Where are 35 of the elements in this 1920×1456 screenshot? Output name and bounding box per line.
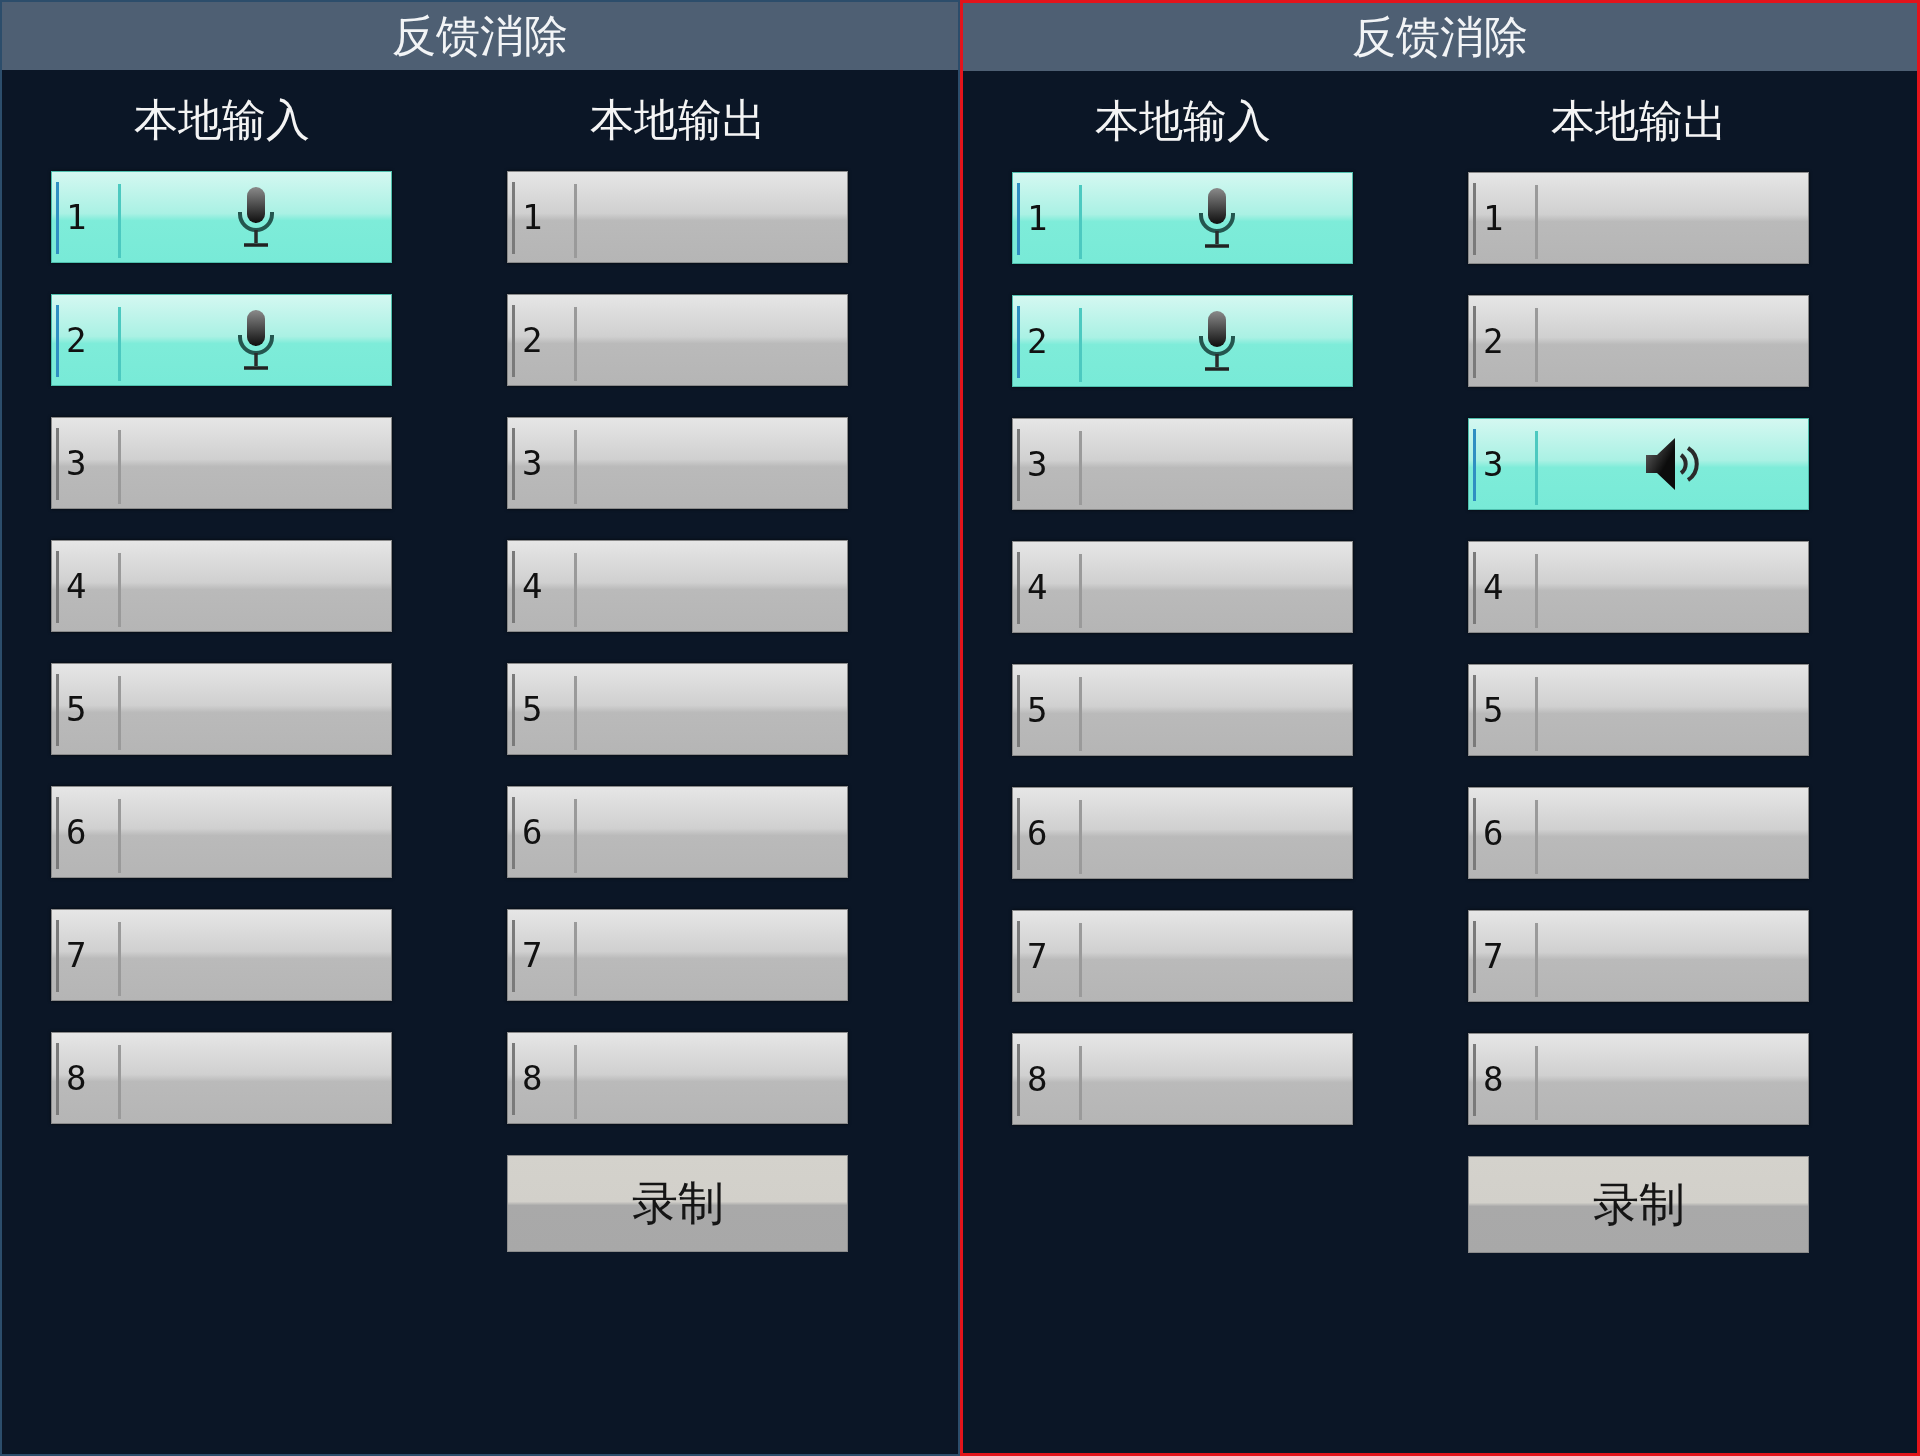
channel-button[interactable]: 5 bbox=[51, 663, 392, 755]
channel-button[interactable]: 1 bbox=[1012, 172, 1353, 264]
channel-button[interactable]: 4 bbox=[1468, 541, 1809, 633]
channel-button[interactable]: 5 bbox=[1468, 664, 1809, 756]
channel-button[interactable]: 2 bbox=[1468, 295, 1809, 387]
channel-button[interactable]: 5 bbox=[1012, 664, 1353, 756]
channel-button[interactable]: 1 bbox=[1468, 172, 1809, 264]
channel-button[interactable]: 2 bbox=[1012, 295, 1353, 387]
channel-button[interactable]: 3 bbox=[51, 417, 392, 509]
channel-button[interactable]: 8 bbox=[1012, 1033, 1353, 1125]
column-heading: 本地输入 bbox=[1093, 94, 1272, 148]
microphone-icon bbox=[1197, 310, 1237, 372]
channel-button[interactable]: 8 bbox=[51, 1032, 392, 1124]
channel-button[interactable]: 6 bbox=[51, 786, 392, 878]
record-button[interactable]: 录制 bbox=[1468, 1156, 1809, 1253]
channel-button[interactable]: 2 bbox=[51, 294, 392, 386]
channel-button[interactable]: 4 bbox=[51, 540, 392, 632]
speaker-icon bbox=[1645, 437, 1701, 491]
column-heading: 本地输入 bbox=[132, 93, 311, 147]
channel-button[interactable]: 6 bbox=[1012, 787, 1353, 879]
microphone-icon bbox=[1197, 187, 1237, 249]
microphone-icon bbox=[236, 186, 276, 248]
channel-button[interactable]: 7 bbox=[51, 909, 392, 1001]
panel-title: 反馈消除 bbox=[1352, 15, 1528, 59]
channel-button[interactable]: 4 bbox=[1012, 541, 1353, 633]
panel-title: 反馈消除 bbox=[392, 14, 568, 58]
channel-button[interactable]: 3 bbox=[1012, 418, 1353, 510]
column-heading: 本地输出 bbox=[1549, 94, 1728, 148]
channel-button[interactable]: 8 bbox=[1468, 1033, 1809, 1125]
channel-button[interactable]: 7 bbox=[1468, 910, 1809, 1002]
channel-button[interactable]: 7 bbox=[1012, 910, 1353, 1002]
microphone-icon bbox=[236, 309, 276, 371]
channel-button[interactable]: 1 bbox=[51, 171, 392, 263]
channel-button[interactable]: 3 bbox=[1468, 418, 1809, 510]
channel-button[interactable]: 6 bbox=[1468, 787, 1809, 879]
